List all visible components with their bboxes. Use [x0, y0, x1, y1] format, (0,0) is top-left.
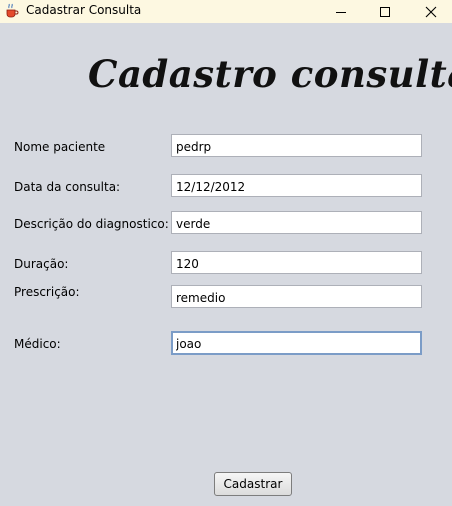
window-title: Cadastrar Consulta [26, 3, 142, 17]
page-title: Cadastro consulta [88, 52, 452, 96]
close-button[interactable] [408, 0, 452, 23]
descricao-diagnostico-field[interactable] [171, 211, 422, 234]
prescricao-label: Prescrição: [14, 285, 80, 299]
close-icon [425, 6, 437, 18]
maximize-icon [379, 6, 391, 18]
medico-field[interactable] [171, 331, 422, 355]
java-coffee-cup-icon [4, 2, 20, 18]
minimize-button[interactable] [318, 0, 364, 23]
duracao-field[interactable] [171, 251, 422, 274]
duracao-label: Duração: [14, 257, 69, 271]
medico-label: Médico: [14, 337, 61, 351]
maximize-button[interactable] [362, 0, 408, 23]
application-window: Cadastrar Consulta Cadastro consulta Nom… [0, 0, 452, 506]
minimize-icon [335, 6, 347, 18]
descricao-diagnostico-label: Descrição do diagnostico: [14, 217, 169, 231]
prescricao-field[interactable] [171, 285, 422, 308]
data-consulta-field[interactable] [171, 174, 422, 197]
title-bar[interactable]: Cadastrar Consulta [0, 0, 452, 23]
nome-paciente-label: Nome paciente [14, 140, 106, 154]
nome-paciente-field[interactable] [171, 134, 422, 157]
cadastrar-button[interactable]: Cadastrar [214, 472, 292, 496]
data-consulta-label: Data da consulta: [14, 180, 121, 194]
